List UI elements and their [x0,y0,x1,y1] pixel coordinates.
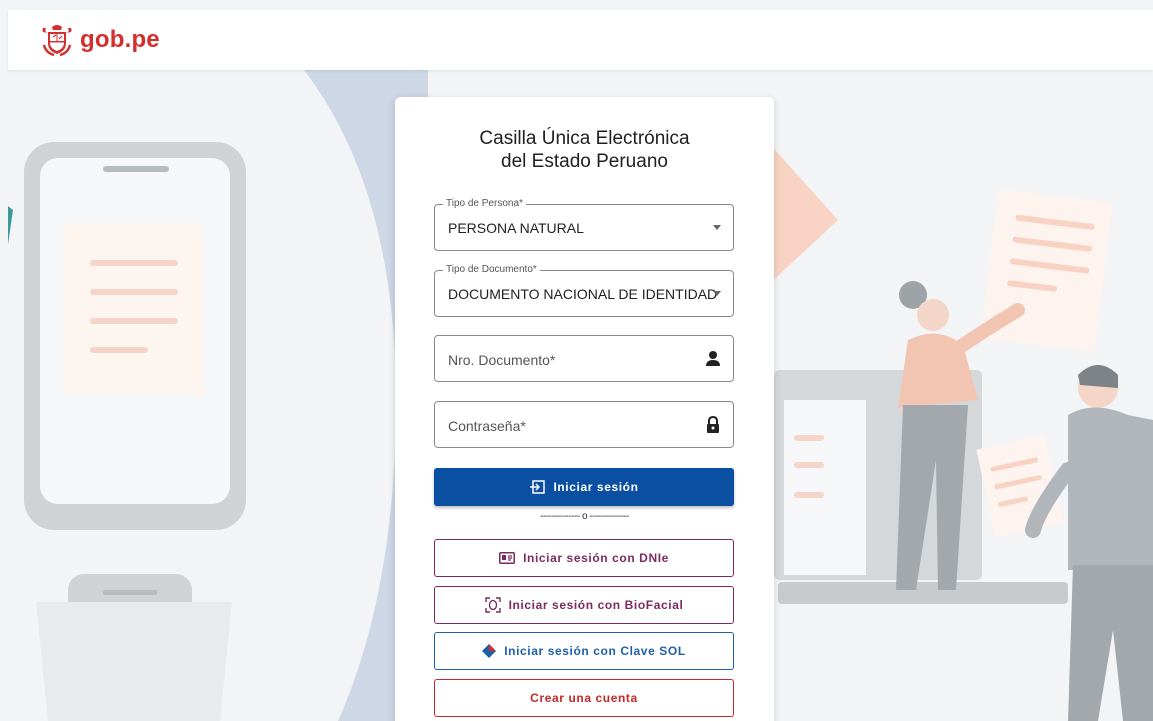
clave-sol-login-label: Iniciar sesión con Clave SOL [504,644,686,658]
clave-sol-login-button[interactable]: Iniciar sesión con Clave SOL [434,632,734,670]
tipo-persona-select[interactable]: Tipo de Persona* PERSONA NATURAL [434,198,734,251]
login-card: Casilla Única Electrónica del Estado Per… [395,97,774,721]
chevron-down-icon [713,225,721,230]
face-scan-icon [484,597,501,613]
top-header: gob.pe [8,10,1153,70]
page-title: Casilla Única Electrónica del Estado Per… [395,127,774,173]
lock-icon [707,416,719,433]
peru-coat-of-arms-icon [42,25,72,57]
tipo-documento-value: DOCUMENTO NACIONAL DE IDENTIDAD [448,286,718,302]
create-account-button[interactable]: Crear una cuenta [434,679,734,717]
tipo-documento-select[interactable]: Tipo de Documento* DOCUMENTO NACIONAL DE… [434,264,734,317]
login-button-label: Iniciar sesión [553,480,639,494]
tipo-persona-value: PERSONA NATURAL [448,220,584,236]
biofacial-login-button[interactable]: Iniciar sesión con BioFacial [434,586,734,624]
title-line-1: Casilla Única Electrónica [479,128,690,149]
biofacial-login-label: Iniciar sesión con BioFacial [508,598,684,612]
dnie-login-button[interactable]: Iniciar sesión con DNIe [434,539,734,577]
contrasena-placeholder: Contraseña* [448,418,526,434]
id-card-icon [499,552,516,564]
create-account-label: Crear una cuenta [530,691,638,705]
dnie-login-label: Iniciar sesión con DNIe [523,551,669,565]
login-button[interactable]: Iniciar sesión [434,468,734,506]
nro-documento-placeholder: Nro. Documento* [448,352,556,368]
title-line-2: del Estado Peruano [501,151,668,172]
sunat-diamond-icon [482,644,497,658]
contrasena-field[interactable]: Contraseña* [434,401,734,448]
login-icon [530,480,546,494]
gobpe-logo[interactable]: gob.pe [40,23,160,57]
nro-documento-field[interactable]: Nro. Documento* [434,335,734,382]
separator: -------------- o -------------- [540,511,629,522]
chevron-down-icon [713,291,721,296]
tipo-documento-label: Tipo de Documento* [443,264,540,276]
tipo-persona-label: Tipo de Persona* [443,198,526,210]
person-icon [706,351,720,366]
brand-name: gob.pe [80,26,160,53]
